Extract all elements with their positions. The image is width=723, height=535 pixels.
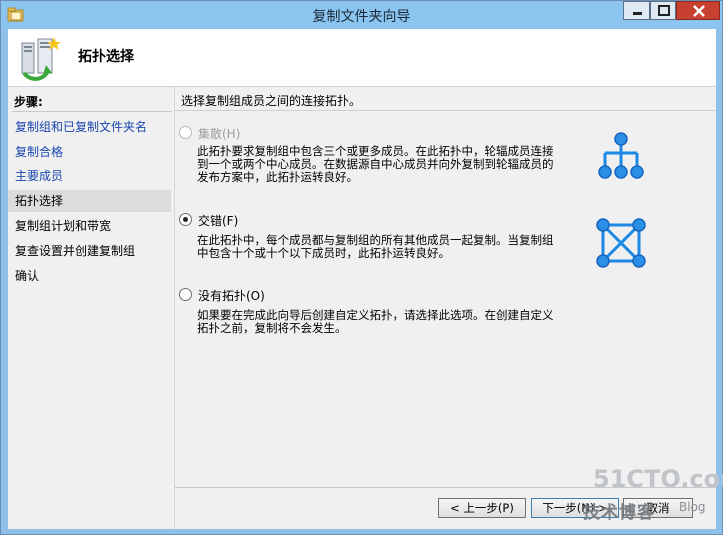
replication-wizard-icon (21, 37, 61, 81)
back-button[interactable]: < 上一步(P) (438, 498, 526, 518)
minimize-icon (633, 12, 642, 15)
maximize-button[interactable] (650, 1, 676, 20)
full-mesh-topology-icon (596, 218, 646, 268)
wizard-header: 拓扑选择 (8, 29, 716, 87)
wizard-window: 复制文件夹向导 拓扑选择 步骤: 复制组和已复制文件夹名 复制合格 主要成员 拓… (0, 0, 723, 535)
sidebar-step-1[interactable]: 复制组和已复制文件夹名 (8, 116, 171, 138)
intro-text: 选择复制组成员之间的连接拓扑。 (181, 94, 362, 108)
hub-spoke-radio[interactable] (179, 126, 192, 139)
sidebar-step-2[interactable]: 复制合格 (8, 141, 171, 163)
cancel-button[interactable]: 取消 (623, 498, 693, 518)
close-icon (693, 5, 705, 17)
window-title: 复制文件夹向导 (312, 9, 411, 25)
hub-spoke-description: 此拓扑要求复制组中包含三个或更多成员。在此拓扑中，轮辐成员连接 到一个或两个中心… (197, 145, 577, 184)
steps-heading: 步骤: (14, 95, 43, 109)
content-divider (175, 110, 716, 111)
title-bar[interactable]: 复制文件夹向导 (1, 1, 722, 28)
full-mesh-description: 在此拓扑中，每个成员都与复制组的所有其他成员一起复制。当复制组 中包含十个或十个… (197, 234, 577, 260)
content-pane: 选择复制组成员之间的连接拓扑。 集散(H) 此拓扑要求复制组中包含三个或更多成员… (175, 87, 716, 529)
sidebar-step-3[interactable]: 主要成员 (8, 165, 171, 187)
maximize-icon (658, 5, 670, 16)
close-button[interactable] (676, 1, 720, 20)
no-topology-radio[interactable] (179, 288, 192, 301)
hub-spoke-topology-icon (598, 132, 644, 179)
sidebar-step-7: 确认 (15, 269, 40, 283)
sidebar-step-6: 复查设置并创建复制组 (15, 244, 136, 258)
hub-spoke-label: 集散(H) (198, 127, 241, 141)
full-mesh-radio[interactable] (179, 213, 192, 226)
full-mesh-desc-line-2: 中包含十个或十个以下成员时，此拓扑运转良好。 (197, 246, 450, 260)
steps-divider (12, 111, 172, 112)
next-button[interactable]: 下一步(N) > (531, 498, 619, 518)
no-topology-description: 如果要在完成此向导后创建自定义拓扑，请选择此选项。在创建自定义 拓扑之前，复制将… (197, 309, 577, 335)
footer-divider (175, 487, 716, 488)
sidebar-step-4: 拓扑选择 (8, 190, 171, 212)
steps-sidebar: 步骤: 复制组和已复制文件夹名 复制合格 主要成员 拓扑选择 复制组计划和带宽 … (8, 87, 174, 529)
wizard-body: 步骤: 复制组和已复制文件夹名 复制合格 主要成员 拓扑选择 复制组计划和带宽 … (8, 87, 716, 529)
hub-spoke-desc-line-3: 发布方案中，此拓扑运转良好。 (197, 170, 358, 184)
no-topology-desc-line-2: 拓扑之前，复制将不会发生。 (197, 321, 347, 335)
full-mesh-label: 交错(F) (198, 214, 239, 228)
no-topology-label: 没有拓扑(O) (198, 289, 265, 303)
sidebar-step-5: 复制组计划和带宽 (15, 219, 112, 233)
page-title: 拓扑选择 (78, 49, 134, 65)
minimize-button[interactable] (623, 1, 650, 20)
